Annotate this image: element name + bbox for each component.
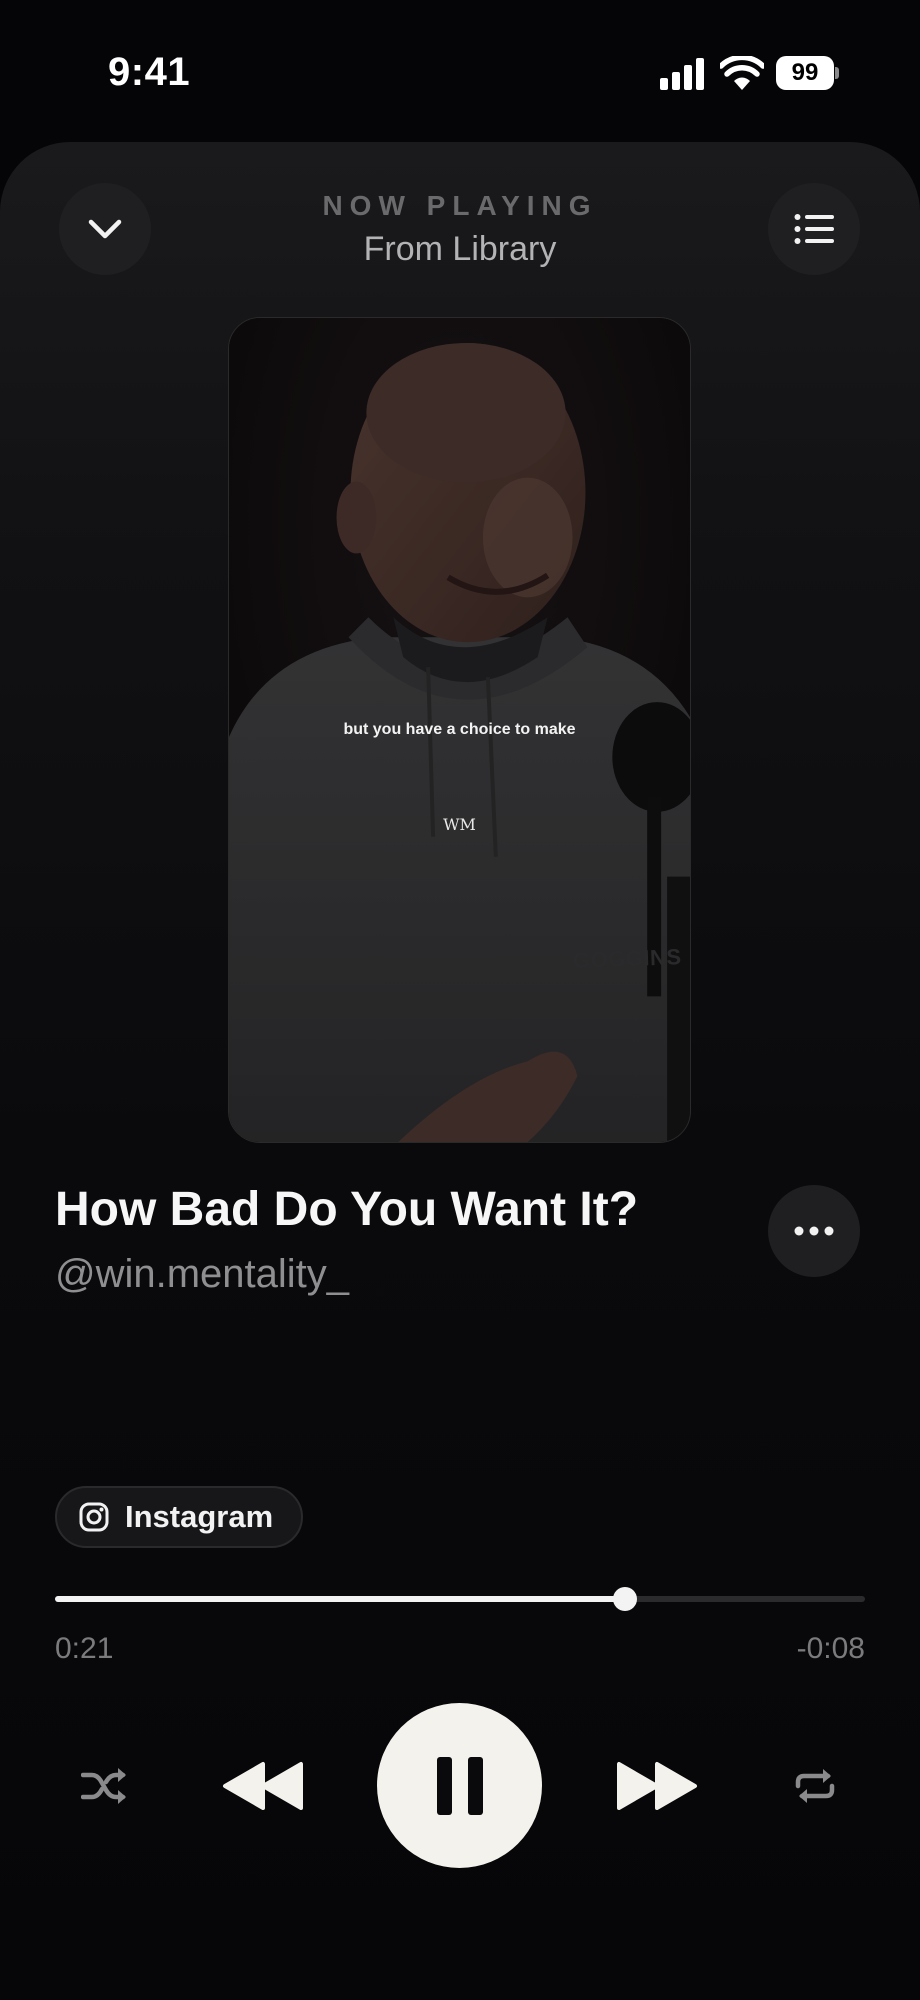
now-playing-label: NOW PLAYING [322,190,598,221]
queue-button[interactable] [768,183,860,275]
track-title: How Bad Do You Want It? [55,1183,639,1236]
rewind-icon [223,1762,303,1810]
playing-source: From Library [363,230,557,268]
battery-level: 99 [776,56,834,90]
repeat-icon [795,1769,835,1803]
track-artist[interactable]: @win.mentality_ [55,1252,349,1297]
status-time: 9:41 [108,50,191,94]
shuffle-icon [81,1768,126,1804]
video-artwork[interactable]: but you have a choice to make WM GOGGINS [228,317,691,1143]
more-options-button[interactable] [768,1185,860,1277]
source-chip-instagram[interactable]: Instagram [55,1486,304,1548]
status-bar: 9:41 99 [0,0,920,140]
remaining-time: -0:08 [796,1632,865,1665]
progress-slider[interactable] [55,1587,865,1611]
ellipsis-icon [794,1226,834,1236]
video-caption: but you have a choice to make [343,721,576,738]
fast-forward-icon [617,1762,697,1810]
shuffle-button[interactable] [76,1760,134,1812]
watermark-logo: WM [443,815,476,834]
hoodie-text: GOGGINS [572,944,683,973]
repeat-button[interactable] [786,1760,844,1812]
elapsed-time: 0:21 [55,1632,114,1665]
pause-button[interactable] [377,1703,542,1868]
signal-icon [660,58,704,90]
source-chip-label: Instagram [125,1499,274,1534]
chevron-down-icon [88,219,122,239]
progress-fill [55,1596,626,1602]
pause-icon [436,1756,483,1815]
fast-forward-button[interactable] [614,1758,700,1814]
rewind-button[interactable] [220,1758,306,1814]
queue-list-icon [794,214,834,244]
instagram-icon [79,1502,109,1532]
battery-icon: 99 [776,56,839,90]
collapse-button[interactable] [59,183,151,275]
wifi-icon [720,56,764,90]
now-playing-header: NOW PLAYING From Library [200,190,720,269]
